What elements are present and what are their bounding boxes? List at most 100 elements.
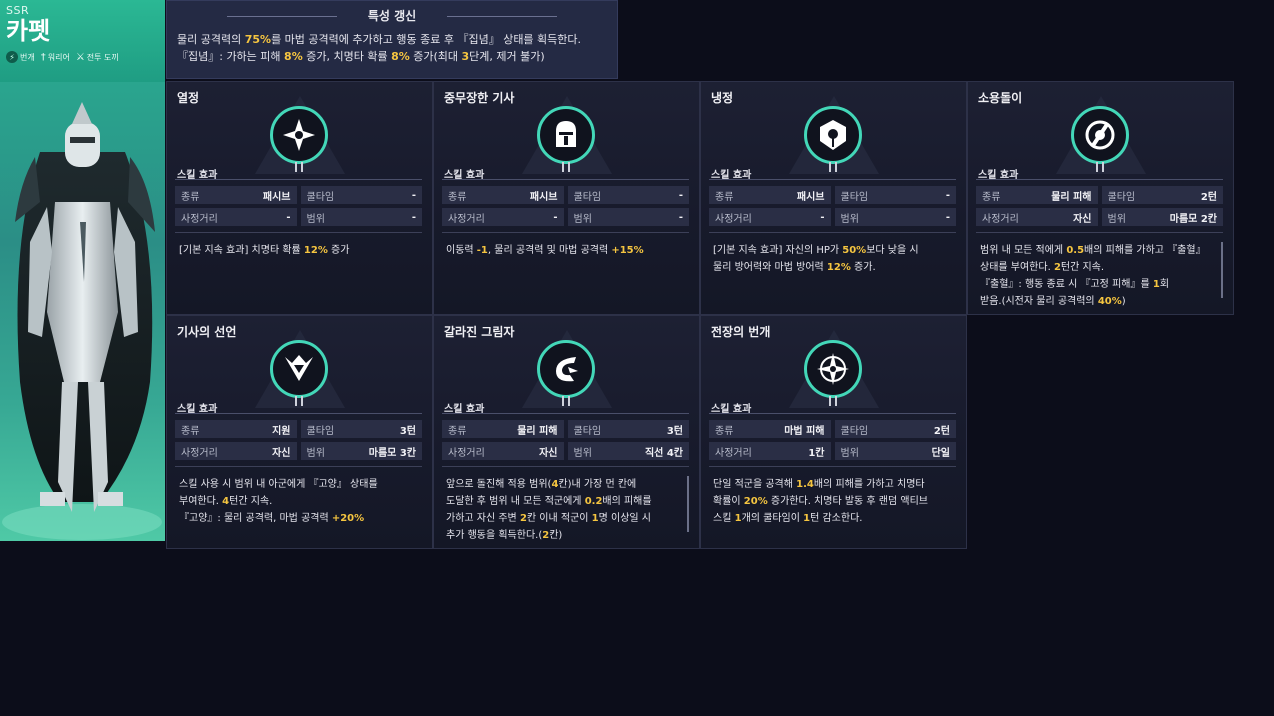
slash-icon: ⚔ <box>75 51 85 63</box>
stat-value: 패시브 <box>529 191 558 203</box>
highlight-value: +20% <box>331 513 365 524</box>
trait-list: ⚡ 번개 † 워리어 ⚔ 전투 도끼 <box>6 51 159 63</box>
emblem-pin <box>1095 162 1104 172</box>
trait-description-line: 물리 공격력의 75%를 마법 공격력에 추가하고 행동 종료 후 『집념』 상… <box>177 31 607 48</box>
stat-label: 종류 <box>448 425 467 437</box>
skill-card[interactable]: 열정 스킬 효과 종류 패시브 쿨타임 - 사정거리 - 범위 - [기본 지속 효과] 치명타 확… <box>166 81 433 315</box>
desc-line: 받음.(시전자 물리 공격력의 40%) <box>980 293 1217 310</box>
highlight-value: 1 <box>734 513 742 524</box>
divider <box>976 232 1223 233</box>
desc-line: [기본 지속 효과] 자신의 HP가 50%보다 낮을 시 <box>713 242 950 259</box>
stat-label: 종류 <box>181 425 200 437</box>
text: [기본 지속 효과] 치명타 확률 <box>179 245 304 256</box>
highlight-value: 8% <box>391 50 410 63</box>
text: ) <box>1121 296 1126 307</box>
text: 앞으로 돌진해 적용 범위( <box>446 479 552 490</box>
desc-line: 가하고 자신 주변 2칸 이내 적군이 1명 이상일 시 <box>446 510 683 527</box>
stat-area: 범위 - <box>300 208 422 226</box>
stat-label: 쿨타임 <box>840 425 869 437</box>
skill-emblem <box>1055 96 1146 174</box>
skill-emblem <box>521 96 612 174</box>
stat-label: 쿨타임 <box>1107 191 1136 203</box>
text: 턴간 지속. <box>229 496 273 507</box>
compass-icon <box>803 340 862 398</box>
stat-label: 사정거리 <box>715 213 752 225</box>
desc-line: 물리 방어력와 마법 방어력 12% 증가. <box>713 259 950 276</box>
highlight-value: 20% <box>743 496 768 507</box>
stat-cooldown: 쿨타임 - <box>834 186 956 204</box>
trait-update-panel: 특성 갱신 물리 공격력의 75%를 마법 공격력에 추가하고 행동 종료 후 … <box>166 0 618 79</box>
stat-value: - <box>411 211 416 223</box>
stat-value: 자신 <box>539 447 558 459</box>
scrollbar[interactable] <box>1221 242 1223 298</box>
stat-value: - <box>286 211 291 223</box>
skill-card[interactable]: 중무장한 기사 스킬 효과 종류 패시브 쿨타임 - 사정거리 - 범위 - 이동력 -1, 물리 … <box>433 81 700 315</box>
text: 물리 방어력와 마법 방어력 <box>713 262 827 273</box>
skill-card[interactable]: 기사의 선언 스킬 효과 종류 지원 쿨타임 3턴 사정거리 자신 범위 마름모 3칸 스킬 사용 … <box>166 315 433 549</box>
stat-range: 사정거리 자신 <box>175 442 297 460</box>
stat-value: 마름모 2칸 <box>1169 213 1217 225</box>
text: 증가(최대 <box>409 50 462 63</box>
claw-icon <box>536 340 595 398</box>
stat-value: 물리 피해 <box>517 425 558 437</box>
stat-label: 범위 <box>306 447 325 459</box>
whirl-icon <box>1070 106 1129 164</box>
text: 가하고 자신 주변 <box>446 513 520 524</box>
stat-label: 쿨타임 <box>306 425 335 437</box>
stat-value: 자신 <box>272 447 291 459</box>
highlight-value: +15% <box>611 245 644 256</box>
divider <box>175 413 422 414</box>
highlight-value: 2 <box>1053 262 1061 273</box>
skill-stats: 종류 패시브 쿨타임 - 사정거리 - 범위 - <box>709 186 956 230</box>
desc-line: 단일 적군을 공격해 1.4배의 피해를 가하고 치명타 <box>713 476 950 493</box>
text: 이동력 <box>446 245 477 256</box>
stat-label: 종류 <box>982 191 1001 203</box>
character-header: SSR 카펫 ⚡ 번개 † 워리어 ⚔ 전투 도끼 <box>0 0 165 82</box>
divider <box>175 232 422 233</box>
stat-value: 1칸 <box>808 447 825 459</box>
stat-value: 마법 피해 <box>784 425 825 437</box>
text: 배의 피해를 가하고 치명타 <box>813 479 925 490</box>
divider <box>175 466 422 467</box>
stat-label: 사정거리 <box>181 447 218 459</box>
skill-description: 이동력 -1, 물리 공격력 및 마법 공격력 +15% <box>446 242 683 259</box>
highlight-value: 1.4 <box>796 479 814 490</box>
stat-range: 사정거리 - <box>442 208 564 226</box>
divider <box>442 466 689 467</box>
text: 칸) <box>549 530 563 541</box>
text: 를 마법 공격력에 추가하고 행동 종료 후 『집념』 상태를 획득한다. <box>271 33 582 46</box>
stat-value: - <box>678 211 683 223</box>
highlight-value: -1 <box>476 245 488 256</box>
stat-value: 3턴 <box>399 425 416 437</box>
text: , 물리 공격력 및 마법 공격력 <box>487 245 612 256</box>
scrollbar[interactable] <box>687 476 689 532</box>
stat-value: 패시브 <box>796 191 825 203</box>
text: 칸 이내 적군이 <box>526 513 592 524</box>
character-name: 카펫 <box>6 17 51 45</box>
text: 배의 피해를 가하고 『출혈』 <box>1084 245 1206 256</box>
lightning-icon: ⚡ <box>6 51 18 63</box>
skill-card[interactable]: 냉정 스킬 효과 종류 패시브 쿨타임 - 사정거리 - 범위 - [기본 지속 효과] 자신의 H… <box>700 81 967 315</box>
stat-label: 범위 <box>306 213 325 225</box>
skill-card[interactable]: 전장의 번개 스킬 효과 종류 마법 피해 쿨타임 2턴 사정거리 1칸 범위 단일 단일 적군을 … <box>700 315 967 549</box>
crest-icon <box>269 340 328 398</box>
stat-label: 범위 <box>1107 213 1126 225</box>
trait-weapon: ⚔ 전투 도끼 <box>76 52 119 63</box>
stat-type: 종류 패시브 <box>709 186 831 204</box>
skill-emblem <box>254 96 345 174</box>
stat-label: 종류 <box>715 191 734 203</box>
stat-type: 종류 패시브 <box>175 186 297 204</box>
skill-stats: 종류 패시브 쿨타임 - 사정거리 - 범위 - <box>175 186 422 230</box>
highlight-value: 0.2 <box>584 496 603 507</box>
stat-range: 사정거리 자신 <box>976 208 1098 226</box>
stat-type: 종류 마법 피해 <box>709 420 831 438</box>
skill-card[interactable]: 갈라진 그림자 스킬 효과 종류 물리 피해 쿨타임 3턴 사정거리 자신 범위 직선 4칸 앞으로… <box>433 315 700 549</box>
text: 도달한 후 범위 내 모든 적군에게 <box>446 496 585 507</box>
text: 단일 적군을 공격해 <box>713 479 797 490</box>
stat-value: 물리 피해 <box>1051 191 1092 203</box>
stat-label: 범위 <box>840 213 859 225</box>
text: 명 이상일 시 <box>598 513 651 524</box>
highlight-value: 1 <box>591 513 599 524</box>
skill-card[interactable]: 소용돌이 스킬 효과 종류 물리 피해 쿨타임 2턴 사정거리 자신 범위 마름모 2칸 범위 내 … <box>967 81 1234 315</box>
stat-label: 사정거리 <box>982 213 1019 225</box>
